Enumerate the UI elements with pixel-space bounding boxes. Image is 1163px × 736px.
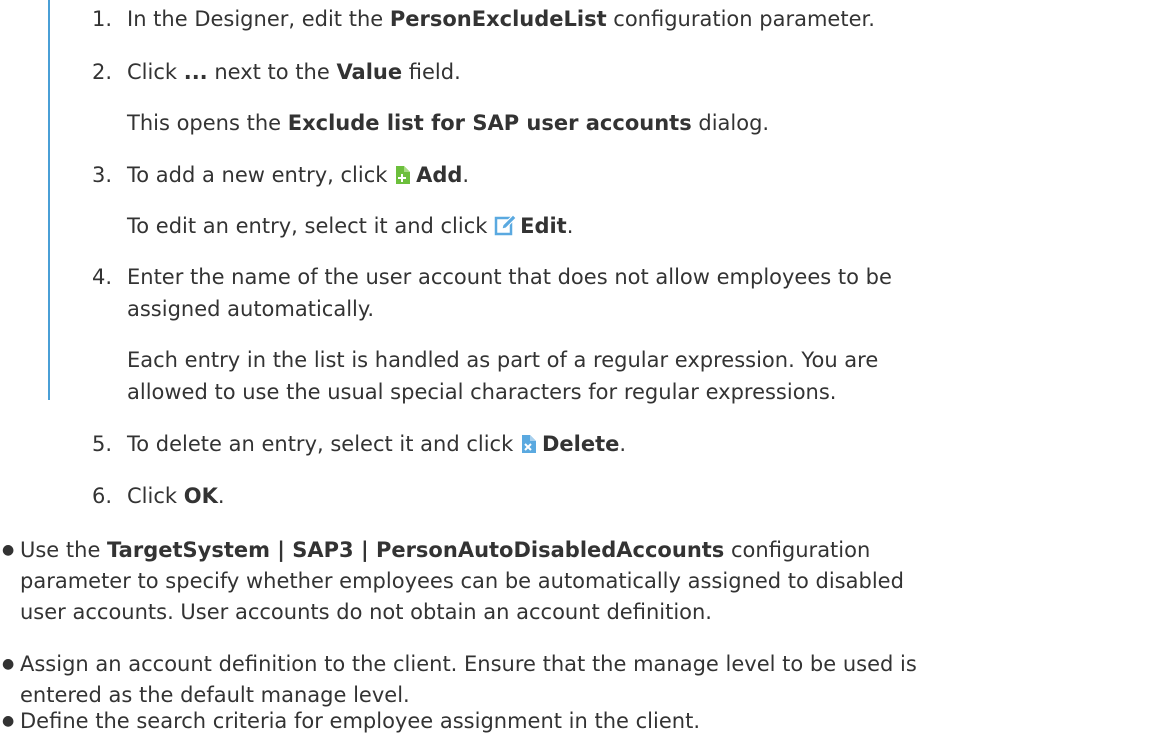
step-text: In the Designer, edit the PersonExcludeL… [127,7,875,31]
step-number: 1. [92,7,113,31]
step-number: 6. [92,484,113,508]
step-note-line-2: allowed to use the usual special charact… [127,380,837,404]
bullet-icon: ● [2,656,15,672]
bullet-icon: ● [2,713,15,729]
step-number: 4. [92,265,113,289]
delete-icon [520,432,538,462]
step-text: Click ... next to the Value field. [127,60,461,84]
step-note-line-1: Each entry in the list is handled as par… [127,348,879,372]
bullet-text-line-1: Assign an account definition to the clie… [20,652,917,676]
bullet-text-line-3: user accounts. User accounts do not obta… [20,600,712,624]
add-icon [394,163,412,193]
step-number: 3. [92,163,113,187]
step-note: To edit an entry, select it and click Ed… [127,211,1143,244]
bullet-text-line-2: parameter to specify whether employees c… [20,569,904,593]
bullet-icon: ● [2,542,15,558]
procedure-vertical-bar [48,0,50,400]
step-text-line-2: assigned automatically. [127,297,374,321]
bullet-text-line-1: Use the TargetSystem | SAP3 | PersonAuto… [20,538,871,562]
edit-icon [494,214,517,244]
step-text: To delete an entry, select it and click … [127,429,1143,462]
step-number: 5. [92,432,113,456]
step-number: 2. [92,60,113,84]
step-text: Click OK. [127,484,225,508]
step-text-line-1: Enter the name of the user account that … [127,265,892,289]
step-note: This opens the Exclude list for SAP user… [127,111,770,135]
bullet-text-line-1: Define the search criteria for employee … [20,709,700,733]
step-text: To add a new entry, click Add. [127,160,1143,193]
